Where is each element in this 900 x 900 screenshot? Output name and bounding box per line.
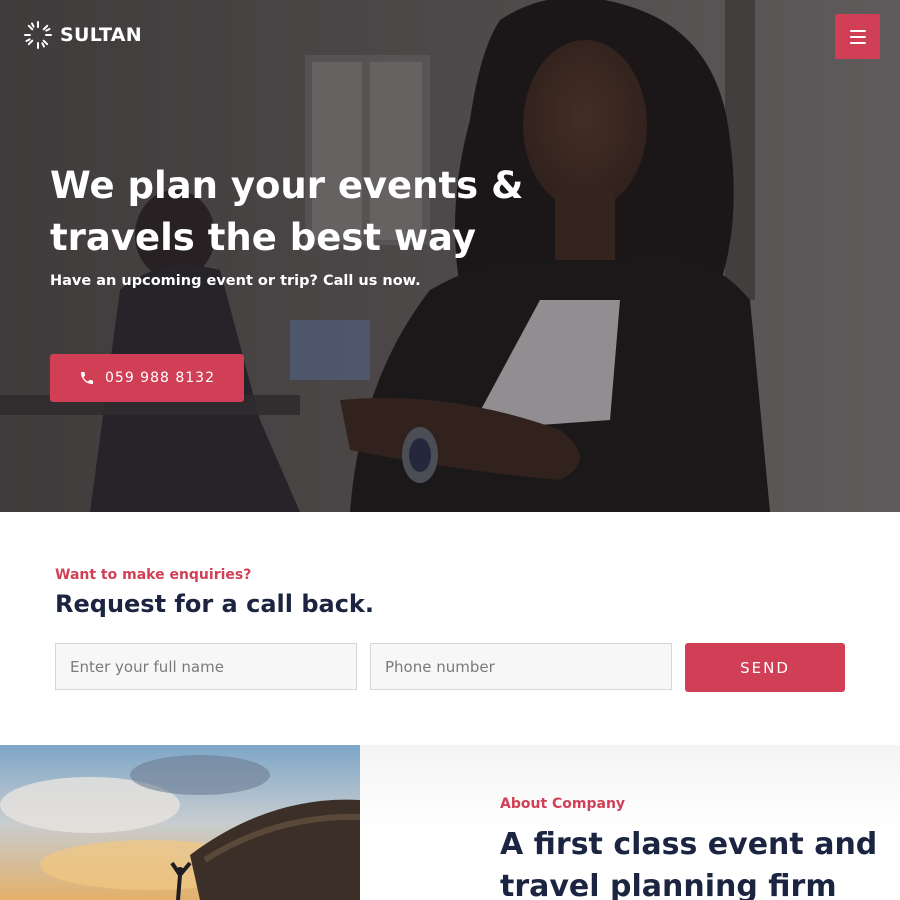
- sun-logo-icon: [24, 21, 52, 49]
- hamburger-icon: [849, 29, 866, 32]
- about-title-line-1: A first class event and: [500, 827, 878, 862]
- about-title-line-2: travel planning firm: [500, 869, 837, 900]
- hero-section: SULTAN We plan your events & travels the…: [0, 0, 900, 512]
- hamburger-icon-bar: [849, 35, 866, 38]
- brand-name: SULTAN: [60, 24, 142, 46]
- call-button[interactable]: 059 988 8132: [50, 354, 244, 402]
- hero-subtitle: Have an upcoming event or trip? Call us …: [50, 273, 421, 289]
- full-name-input[interactable]: [55, 643, 357, 690]
- phone-icon: [81, 372, 93, 384]
- beach-hut-photo: [0, 745, 360, 900]
- brand-logo[interactable]: SULTAN: [22, 19, 142, 51]
- hamburger-icon-bar: [849, 41, 866, 44]
- hero-title-line-2: travels the best way: [50, 216, 477, 259]
- phone-number-input[interactable]: [370, 643, 672, 690]
- about-kicker: About Company: [500, 796, 626, 812]
- hero-title-line-1: We plan your events &: [50, 164, 524, 207]
- enquiry-kicker: Want to make enquiries?: [55, 567, 252, 583]
- menu-button[interactable]: [835, 14, 880, 59]
- hero-title: We plan your events & travels the best w…: [50, 160, 550, 264]
- send-button[interactable]: SEND: [685, 643, 845, 692]
- call-button-phone-number: 059 988 8132: [105, 370, 215, 386]
- about-title: A first class event and travel planning …: [500, 824, 900, 900]
- enquiry-title: Request for a call back.: [55, 590, 374, 618]
- about-photo: [0, 745, 360, 900]
